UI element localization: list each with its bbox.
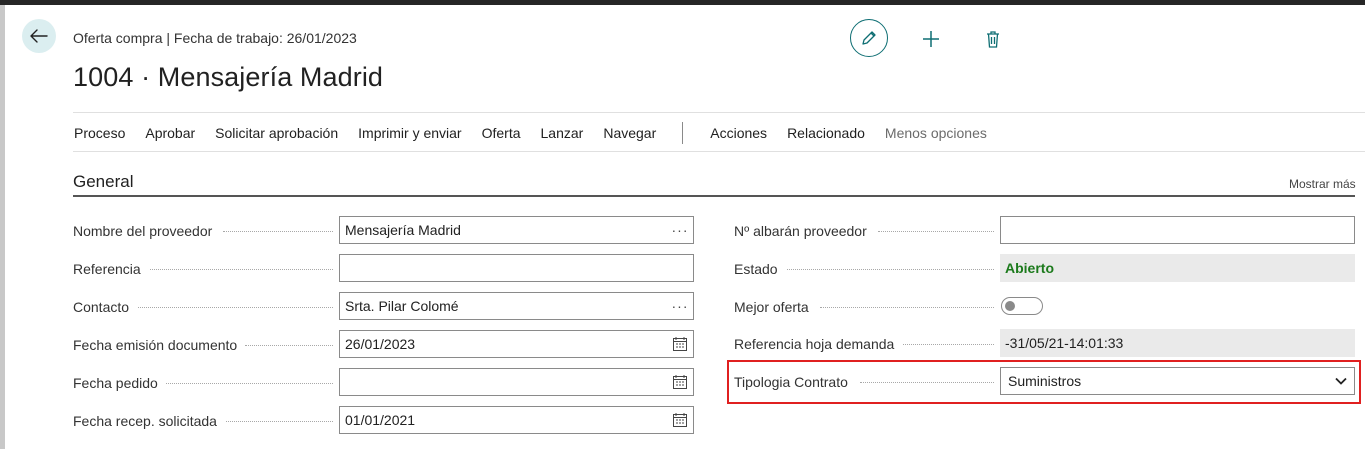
field-label: Contacto: [73, 299, 138, 315]
requested-receipt-date-input[interactable]: 01/01/2021: [339, 406, 694, 434]
page-context: Oferta compra | Fecha de trabajo: 26/01/…: [73, 30, 357, 46]
section-underline: [73, 195, 1355, 197]
field-label: Fecha emisión documento: [73, 337, 246, 353]
edit-button[interactable]: [850, 19, 888, 57]
field-label: Nombre del proveedor: [73, 223, 221, 239]
action-solicitar-aprobacion[interactable]: Solicitar aprobación: [205, 118, 348, 148]
calendar-icon[interactable]: [667, 331, 693, 357]
top-bar: [0, 0, 1365, 5]
field-nombre-proveedor: Nombre del proveedor: [73, 217, 333, 245]
label-leader: [898, 344, 994, 345]
action-bar-divider: [73, 151, 1365, 152]
action-lanzar[interactable]: Lanzar: [531, 118, 594, 148]
ellipsis-icon[interactable]: ···: [667, 293, 693, 319]
reference-input[interactable]: [339, 254, 694, 282]
field-estado: Estado: [734, 255, 994, 283]
field-label: Estado: [734, 261, 786, 277]
new-button[interactable]: [918, 26, 944, 52]
label-leader: [878, 231, 994, 232]
field-label: Referencia: [73, 261, 149, 277]
label-leader: [165, 383, 333, 384]
document-date-input[interactable]: 26/01/2023: [339, 330, 694, 358]
calendar-icon[interactable]: [667, 369, 693, 395]
show-more-link[interactable]: Mostrar más: [1289, 177, 1356, 191]
field-label: Nº albarán proveedor: [734, 223, 875, 239]
field-label: Referencia hoja demanda: [734, 336, 903, 352]
field-fecha-recepcion: Fecha recep. solicitada: [73, 407, 333, 435]
action-aprobar[interactable]: Aprobar: [135, 118, 205, 148]
action-navegar[interactable]: Navegar: [593, 118, 666, 148]
label-leader: [135, 307, 333, 308]
field-fecha-emision: Fecha emisión documento: [73, 331, 333, 359]
plus-icon: [923, 31, 939, 47]
vendor-name-input[interactable]: Mensajería Madrid ···: [339, 216, 694, 244]
field-contacto: Contacto: [73, 293, 333, 321]
back-button[interactable]: [22, 19, 56, 53]
arrow-left-icon: [30, 29, 48, 43]
action-imprimir-y-enviar[interactable]: Imprimir y enviar: [348, 118, 471, 148]
field-label: Fecha recep. solicitada: [73, 413, 225, 429]
field-label: Tipologia Contrato: [734, 374, 856, 390]
page-title: 1004 · Mensajería Madrid: [73, 62, 384, 92]
contact-input[interactable]: Srta. Pilar Colomé ···: [339, 292, 694, 320]
order-date-input[interactable]: [339, 368, 694, 396]
field-value: Srta. Pilar Colomé: [345, 298, 459, 314]
field-albaran-proveedor: Nº albarán proveedor: [734, 217, 994, 245]
label-leader: [245, 345, 333, 346]
label-leader: [820, 307, 994, 308]
field-referencia: Referencia: [73, 255, 333, 283]
header-divider: [73, 112, 1365, 113]
trash-icon: [987, 31, 999, 48]
delete-button[interactable]: [980, 26, 1006, 52]
demand-sheet-reference-value: -31/05/21-14:01:33: [1000, 329, 1355, 357]
pencil-icon: [862, 31, 876, 45]
toggle-knob: [1005, 301, 1015, 311]
action-acciones[interactable]: Acciones: [700, 118, 777, 148]
ellipsis-icon[interactable]: ···: [667, 217, 693, 243]
field-value: -31/05/21-14:01:33: [1005, 335, 1124, 351]
field-value: 26/01/2023: [345, 336, 416, 352]
field-referencia-hoja-demanda: Referencia hoja demanda: [734, 330, 994, 358]
field-label: Mejor oferta: [734, 299, 817, 315]
status-value: Abierto: [1000, 254, 1355, 282]
label-leader: [223, 231, 333, 232]
field-mejor-oferta: Mejor oferta: [734, 293, 994, 321]
label-leader: [782, 269, 994, 270]
action-relacionado[interactable]: Relacionado: [777, 118, 875, 148]
calendar-icon[interactable]: [667, 407, 693, 433]
field-value: Mensajería Madrid: [345, 222, 461, 238]
action-oferta[interactable]: Oferta: [472, 118, 531, 148]
label-leader: [147, 269, 333, 270]
label-leader: [223, 421, 333, 422]
section-title-general[interactable]: General: [73, 172, 133, 192]
action-menos-opciones[interactable]: Menos opciones: [875, 118, 997, 148]
action-proceso[interactable]: Proceso: [64, 118, 135, 148]
field-value: Abierto: [1005, 260, 1054, 276]
action-bar: Proceso Aprobar Solicitar aprobación Imp…: [64, 118, 997, 148]
best-offer-toggle[interactable]: [1001, 297, 1043, 315]
left-edge: [0, 5, 5, 449]
field-fecha-pedido: Fecha pedido: [73, 369, 333, 397]
vendor-shipment-no-input[interactable]: [1000, 216, 1355, 244]
field-label: Fecha pedido: [73, 375, 166, 391]
field-value: 01/01/2021: [345, 412, 416, 428]
action-separator: [682, 122, 684, 144]
